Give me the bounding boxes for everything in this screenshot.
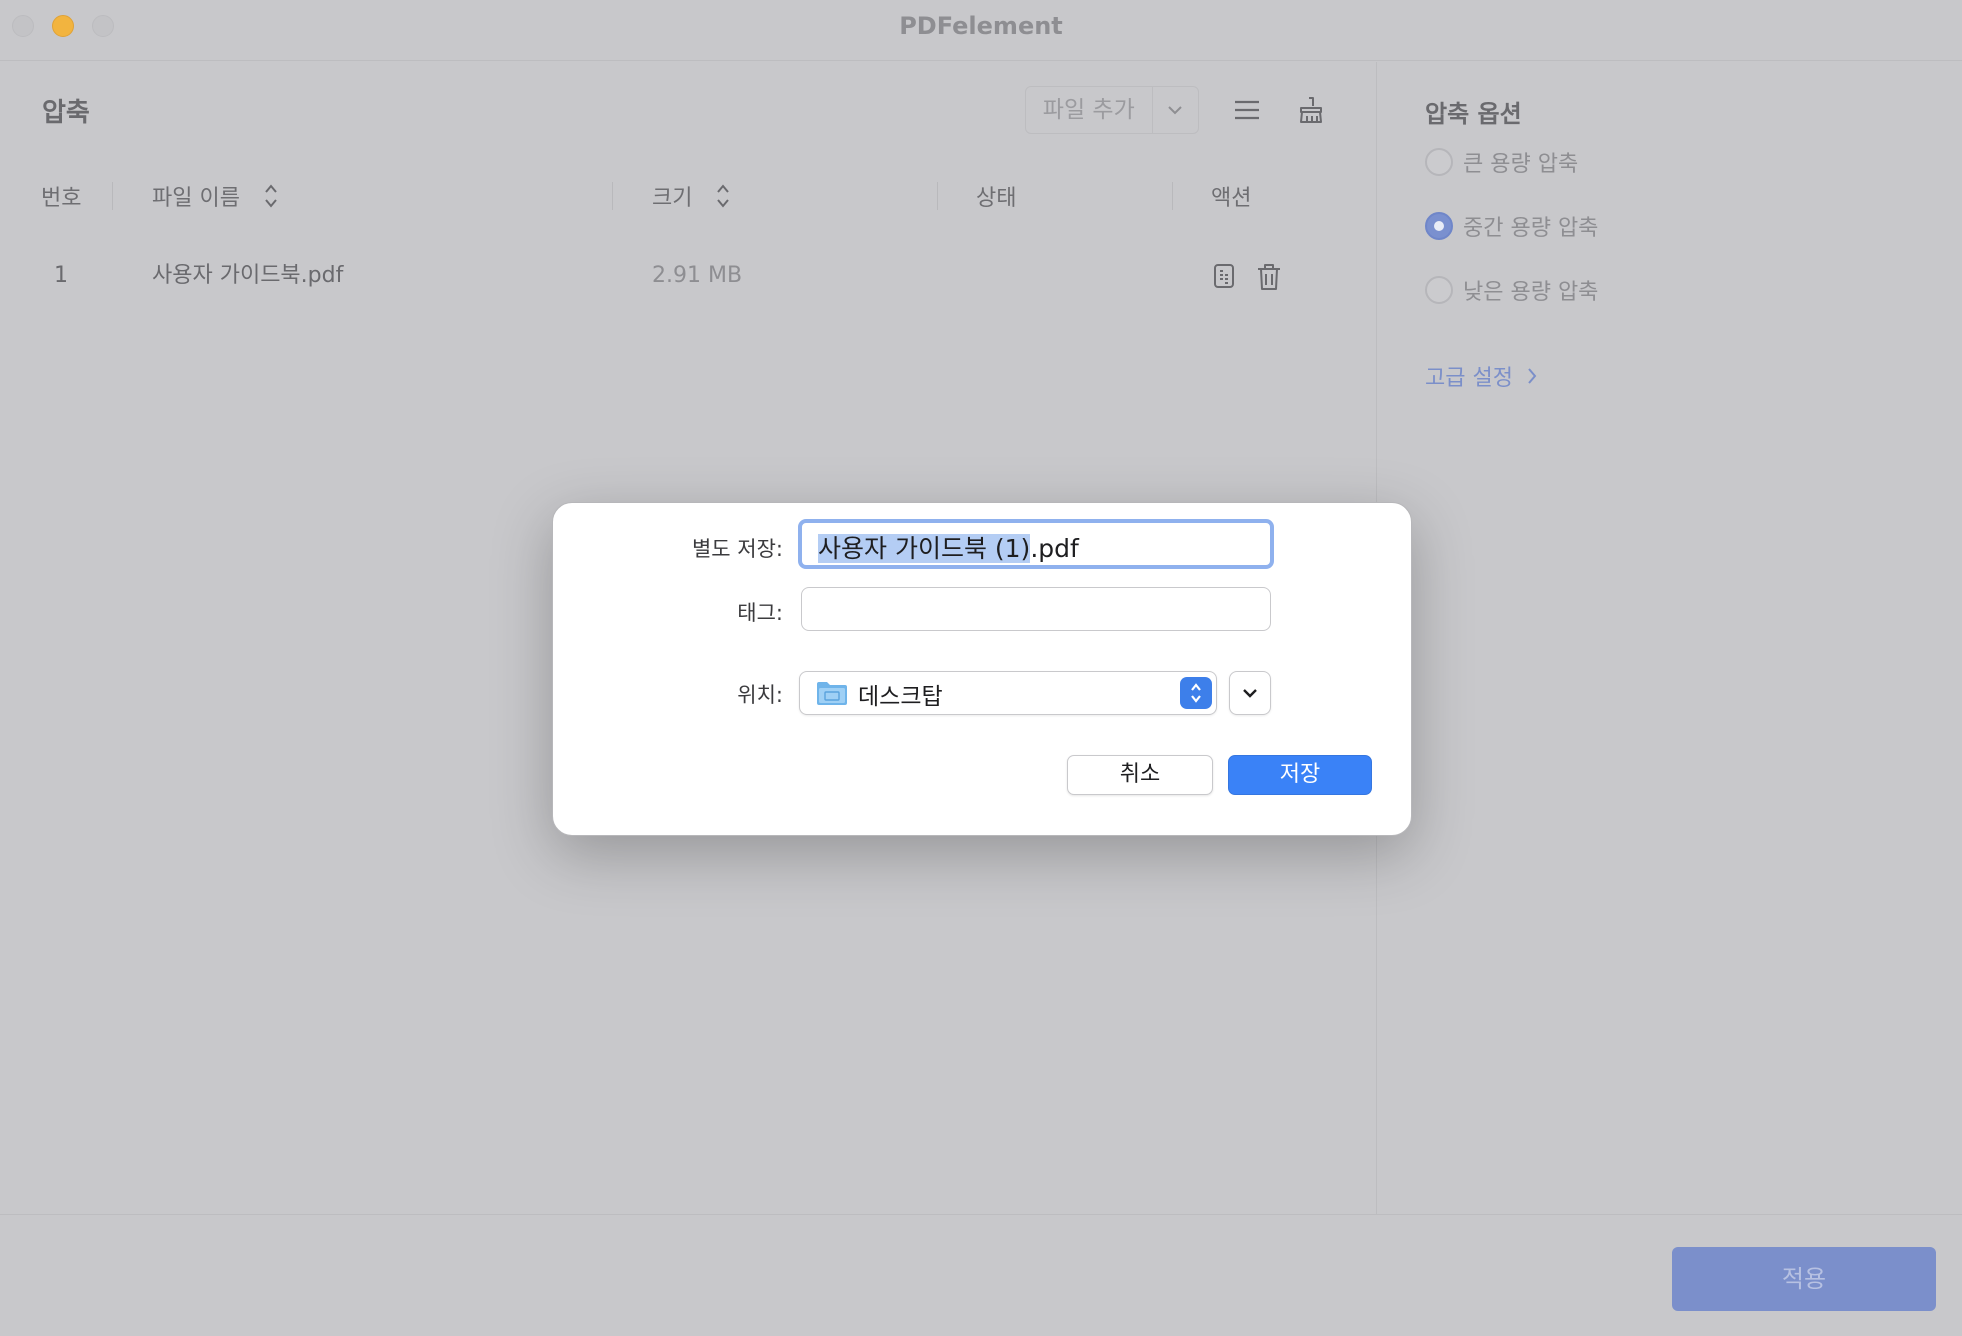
radio-button-selected[interactable] <box>1425 212 1453 240</box>
tags-label: 태그: <box>737 601 783 625</box>
option-high-compression[interactable]: 큰 용량 압축 <box>1425 146 1578 178</box>
cancel-button[interactable]: 취소 <box>1067 755 1213 795</box>
save-button[interactable]: 저장 <box>1228 755 1372 795</box>
location-value: 데스크탑 <box>858 684 943 710</box>
footer-bar: 적용 <box>0 1214 1962 1336</box>
add-file-button[interactable]: 파일 추가 <box>1026 87 1153 133</box>
save-as-label: 별도 저장: <box>691 537 783 561</box>
column-divider <box>612 182 613 210</box>
list-view-button[interactable] <box>1229 92 1265 128</box>
location-label: 위치: <box>737 683 783 707</box>
add-file-button-group: 파일 추가 <box>1025 86 1199 134</box>
column-divider <box>1172 182 1173 210</box>
clear-list-button[interactable] <box>1293 92 1329 128</box>
add-file-dropdown-button[interactable] <box>1153 87 1198 133</box>
sort-icon[interactable] <box>264 183 278 209</box>
compress-file-icon <box>1214 264 1234 288</box>
row-file-size: 2.91 MB <box>652 263 743 288</box>
filename-extension: .pdf <box>1030 534 1079 563</box>
column-status: 상태 <box>976 186 1017 211</box>
delete-file-button[interactable] <box>1256 262 1284 292</box>
table-row[interactable]: 1 사용자 가이드북.pdf 2.91 MB <box>0 252 1376 300</box>
table-header: 번호 파일 이름 크기 상태 액션 <box>0 162 1376 226</box>
column-divider <box>937 182 938 210</box>
option-medium-compression[interactable]: 중간 용량 압축 <box>1425 210 1598 242</box>
compress-options-panel: 압축 옵션 큰 용량 압축 중간 용량 압축 낮은 용량 압축 고급 설정 <box>1376 62 1962 1214</box>
option-low-compression[interactable]: 낮은 용량 압축 <box>1425 274 1598 306</box>
row-number: 1 <box>54 263 68 288</box>
radio-button[interactable] <box>1425 148 1453 176</box>
filename-selected-text: 사용자 가이드북 (1) <box>818 534 1031 563</box>
chevron-right-icon <box>1528 368 1537 384</box>
column-number: 번호 <box>41 186 82 211</box>
window-title: PDFelement <box>899 12 1063 40</box>
sort-icon[interactable] <box>716 183 730 209</box>
advanced-settings-link[interactable]: 고급 설정 <box>1425 360 1537 392</box>
column-action: 액션 <box>1211 186 1252 211</box>
column-divider <box>112 182 113 210</box>
page-title: 압축 <box>42 98 90 128</box>
chevron-up-down-icon <box>1191 683 1201 703</box>
list-icon <box>1235 100 1259 120</box>
trash-icon <box>1258 264 1280 290</box>
apply-button[interactable]: 적용 <box>1672 1247 1936 1311</box>
location-select[interactable]: 데스크탑 <box>799 671 1217 715</box>
location-stepper[interactable] <box>1180 677 1212 709</box>
expand-dialog-button[interactable] <box>1229 671 1271 715</box>
folder-icon <box>817 682 847 705</box>
column-file-name[interactable]: 파일 이름 <box>152 180 278 212</box>
compress-file-button[interactable] <box>1212 262 1240 292</box>
filename-input[interactable]: 사용자 가이드북 (1).pdf <box>798 519 1274 569</box>
column-size[interactable]: 크기 <box>652 180 730 212</box>
options-title: 압축 옵션 <box>1425 100 1522 128</box>
row-file-name: 사용자 가이드북.pdf <box>152 263 344 288</box>
chevron-down-icon <box>1243 689 1257 698</box>
save-as-dialog: 별도 저장: 사용자 가이드북 (1).pdf 태그: 위치: 데스크탑 취소 … <box>552 502 1412 836</box>
chevron-down-icon <box>1168 106 1182 115</box>
title-bar: PDFelement <box>0 0 1962 61</box>
radio-button[interactable] <box>1425 276 1453 304</box>
broom-icon <box>1300 97 1322 123</box>
tags-input[interactable] <box>801 587 1271 631</box>
